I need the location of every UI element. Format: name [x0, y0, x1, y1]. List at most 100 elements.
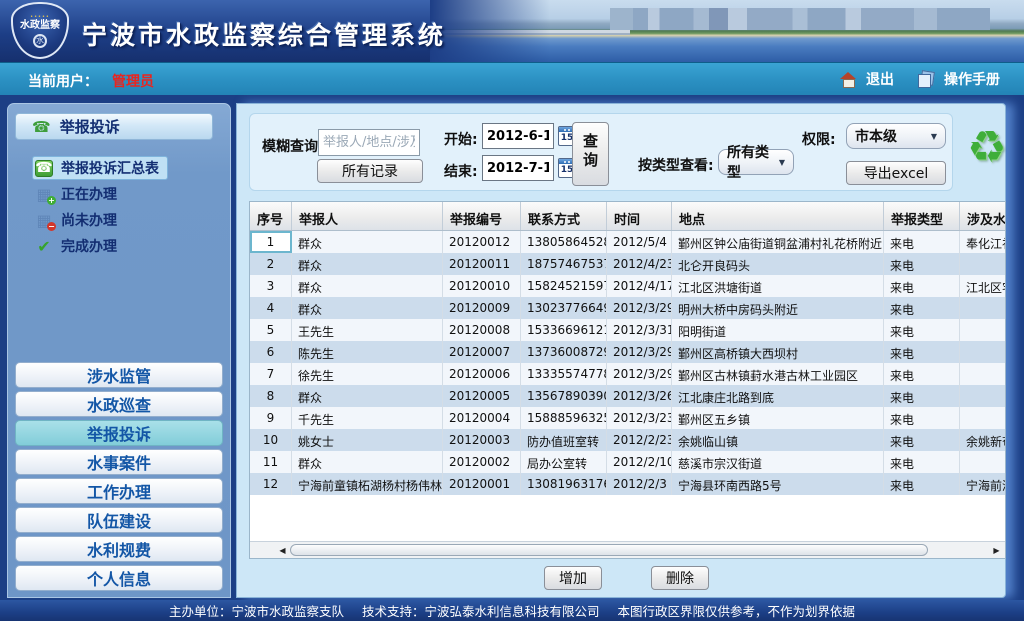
- module-button-队伍建设[interactable]: 队伍建设: [15, 507, 223, 533]
- table-cell: 12: [250, 473, 292, 495]
- sidebar-group-header[interactable]: ☎ 举报投诉: [15, 113, 213, 140]
- table-row[interactable]: 7徐先生20120006133355747782012/3/29鄞州区古林镇葑水…: [250, 363, 1006, 385]
- start-date-input[interactable]: [482, 123, 554, 149]
- column-header[interactable]: 时间: [607, 202, 672, 230]
- column-header[interactable]: 举报人: [292, 202, 443, 230]
- sidebar-item[interactable]: ▦− 尚未办理: [32, 208, 126, 232]
- table-row[interactable]: 8群众20120005135678903902012/3/26江北康庄北路到底来…: [250, 385, 1006, 407]
- table-cell: 20120011: [443, 253, 521, 275]
- type-dropdown-value: 所有类型: [727, 142, 773, 182]
- table-cell: 北仑开良码头: [672, 253, 884, 275]
- table-cell: 来电: [884, 363, 960, 385]
- table-row[interactable]: 11群众20120002局办公室转2012/2/10慈溪市宗汉街道来电: [250, 451, 1006, 473]
- table-cell: 群众: [292, 231, 443, 253]
- module-button-工作办理[interactable]: 工作办理: [15, 478, 223, 504]
- scrollbar-thumb[interactable]: [290, 544, 928, 556]
- table-cell: 群众: [292, 297, 443, 319]
- all-records-button[interactable]: 所有记录: [317, 159, 423, 183]
- table-row[interactable]: 10姚女士20120003防办值班室转2012/2/23余姚临山镇来电余姚新奄: [250, 429, 1006, 451]
- table-cell: 江北康庄北路到底: [672, 385, 884, 407]
- table-cell: [960, 363, 1006, 385]
- table-cell: 2012/2/3: [607, 473, 672, 495]
- sidebar-item[interactable]: ✔ 完成办理: [32, 234, 126, 258]
- column-header[interactable]: 举报类型: [884, 202, 960, 230]
- table-body: 1群众20120012138058645282012/5/4鄞州区钟公庙街道铜盆…: [250, 231, 1006, 495]
- table-header-row: 序号举报人举报编号联系方式时间地点举报类型涉及水域: [250, 202, 1006, 231]
- column-header[interactable]: 联系方式: [521, 202, 607, 230]
- logout-link[interactable]: 退出: [866, 69, 894, 89]
- table-cell: 3: [250, 275, 292, 297]
- manual-book-icon[interactable]: [918, 71, 934, 87]
- table-cell: 江北区洪塘街道: [672, 275, 884, 297]
- permission-dropdown-value: 市本级: [855, 126, 897, 146]
- module-button-涉水监管[interactable]: 涉水监管: [15, 362, 223, 388]
- add-button[interactable]: 增加: [544, 566, 602, 590]
- permission-label: 权限:: [802, 129, 836, 149]
- table-cell: 群众: [292, 275, 443, 297]
- table-cell: 鄞州区五乡镇: [672, 407, 884, 429]
- column-header[interactable]: 序号: [250, 202, 292, 230]
- table-cell: 2012/3/29: [607, 363, 672, 385]
- sidebar-item[interactable]: ▦+正在办理: [32, 182, 126, 206]
- export-excel-button[interactable]: 导出excel: [846, 161, 946, 185]
- table-row[interactable]: 12宁海前童镇柘湖杨村杨伟林20120001130819631762012/2/…: [250, 473, 1006, 495]
- end-date-label: 结束:: [444, 161, 478, 181]
- table-cell: 宁海前溪: [960, 473, 1006, 495]
- fuzzy-query-input[interactable]: [318, 129, 420, 156]
- home-icon[interactable]: [840, 72, 856, 86]
- table-cell: [960, 253, 1006, 275]
- end-date-input[interactable]: [482, 155, 554, 181]
- delete-button[interactable]: 删除: [651, 566, 709, 590]
- table-cell: 11: [250, 451, 292, 473]
- table-remove-icon: ▦−: [35, 212, 53, 229]
- table-cell: [960, 341, 1006, 363]
- table-cell: 2012/3/31: [607, 319, 672, 341]
- app-header: ••••• 水政监察 水 宁波市水政监察综合管理系统: [0, 0, 1024, 62]
- sidebar-group-title: 举报投诉: [60, 116, 120, 137]
- column-header[interactable]: 地点: [672, 202, 884, 230]
- column-header[interactable]: 举报编号: [443, 202, 521, 230]
- user-bar: 当前用户： 管理员 退出 操作手册: [0, 62, 1024, 95]
- complaints-table: 序号举报人举报编号联系方式时间地点举报类型涉及水域 1群众20120012138…: [249, 201, 1006, 559]
- phone-icon: ☎: [32, 118, 51, 136]
- table-row[interactable]: 6陈先生20120007137360087292012/3/29鄞州区高桥镇大西…: [250, 341, 1006, 363]
- table-cell: 6: [250, 341, 292, 363]
- check-icon: ✔: [35, 238, 53, 255]
- logo-text: 水政监察: [20, 20, 60, 32]
- sidebar-item-label: 完成办理: [61, 236, 117, 256]
- sidebar-submenu: ☎举报投诉汇总表▦+正在办理 ▦− 尚未办理 ✔ 完成办理: [8, 154, 232, 260]
- module-button-举报投诉[interactable]: 举报投诉: [15, 420, 223, 446]
- manual-link[interactable]: 操作手册: [944, 69, 1000, 89]
- table-row[interactable]: 2群众20120011187574675372012/4/23北仑开良码头来电: [250, 253, 1006, 275]
- table-row[interactable]: 1群众20120012138058645282012/5/4鄞州区钟公庙街道铜盆…: [250, 231, 1006, 253]
- module-button-水事案件[interactable]: 水事案件: [15, 449, 223, 475]
- main-panel: 模糊查询: 所有记录 开始: 15 结束: 15 查询 按类型查看: 所有类型 …: [236, 103, 1006, 598]
- column-header[interactable]: 涉及水域: [960, 202, 1006, 230]
- table-row[interactable]: 4群众20120009130237766492012/3/29明州大桥中房码头附…: [250, 297, 1006, 319]
- query-button[interactable]: 查询: [572, 122, 609, 186]
- table-cell: 13081963176: [521, 473, 607, 495]
- table-row[interactable]: 3群众20120010158245215972012/4/17江北区洪塘街道来电…: [250, 275, 1006, 297]
- sidebar-item[interactable]: ☎举报投诉汇总表: [32, 156, 168, 180]
- table-cell: 鄞州区高桥镇大西坝村: [672, 341, 884, 363]
- horizontal-scrollbar[interactable]: ◀ ▶: [250, 541, 1005, 558]
- scroll-left-icon[interactable]: ◀: [276, 544, 289, 557]
- logo-emblem-icon: 水: [33, 34, 47, 48]
- table-cell: [960, 407, 1006, 429]
- module-button-水政巡查[interactable]: 水政巡查: [15, 391, 223, 417]
- table-row[interactable]: 5王先生20120008153366961212012/3/31阳明街道来电: [250, 319, 1006, 341]
- table-cell: 4: [250, 297, 292, 319]
- table-cell: 群众: [292, 385, 443, 407]
- refresh-icon[interactable]: ♻: [967, 126, 1006, 170]
- table-cell: 王先生: [292, 319, 443, 341]
- module-button-水利规费[interactable]: 水利规费: [15, 536, 223, 562]
- table-cell: 5: [250, 319, 292, 341]
- module-button-个人信息[interactable]: 个人信息: [15, 565, 223, 591]
- scroll-right-icon[interactable]: ▶: [990, 544, 1003, 557]
- table-row[interactable]: 9千先生20120004158885963252012/3/23鄞州区五乡镇来电: [250, 407, 1006, 429]
- sidebar-item-label: 尚未办理: [61, 210, 117, 230]
- chevron-down-icon: ▼: [779, 158, 785, 167]
- table-cell: 20120003: [443, 429, 521, 451]
- permission-dropdown[interactable]: 市本级 ▼: [846, 123, 946, 149]
- type-dropdown[interactable]: 所有类型 ▼: [718, 149, 794, 175]
